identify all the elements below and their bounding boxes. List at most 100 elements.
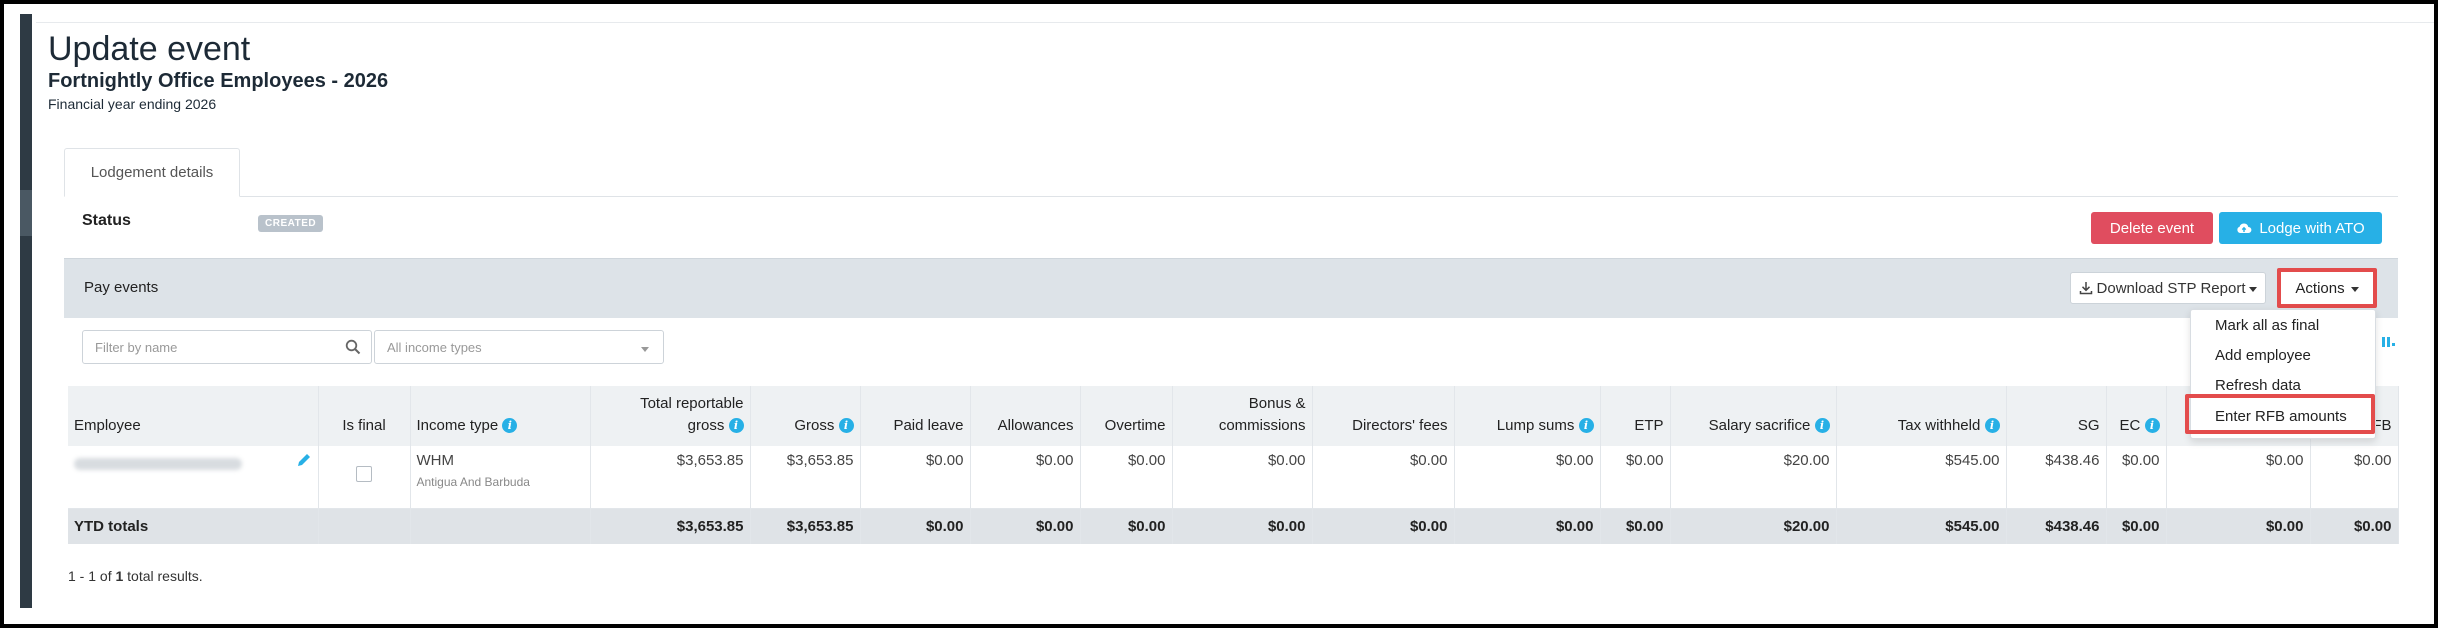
menu-item-add-employee[interactable]: Add employee (2215, 347, 2311, 364)
ytd-paid-leave: $0.00 (860, 508, 971, 544)
ytd-lump-sums: $0.00 (1454, 508, 1601, 544)
pay-events-title: Pay events (84, 279, 159, 296)
sg-cell: $438.46 (2006, 446, 2107, 508)
etp-cell: $0.00 (1600, 446, 1671, 508)
allowances-cell: $0.00 (970, 446, 1081, 508)
status-badge: CREATED (258, 215, 324, 232)
col-etp[interactable]: ETP (1600, 386, 1671, 446)
pagination-suffix: total results. (123, 568, 203, 584)
ytd-gross: $3,653.85 (750, 508, 861, 544)
col-directors-fees[interactable]: Directors' fees (1312, 386, 1455, 446)
info-icon[interactable]: i (1984, 418, 2000, 433)
top-divider (36, 22, 2434, 23)
tax-withheld-cell: $545.00 (1836, 446, 2007, 508)
menu-item-highlight (2185, 394, 2375, 434)
col-tax-withheld[interactable]: Tax withheld i (1836, 386, 2007, 446)
lodge-with-ato-button[interactable]: Lodge with ATO (2219, 212, 2382, 244)
lodge-label: Lodge with ATO (2259, 219, 2365, 237)
col-bonus-line2: commissions (1218, 417, 1306, 434)
is-final-checkbox[interactable] (356, 466, 372, 482)
cloud-upload-icon (2237, 223, 2252, 233)
col-bonus[interactable]: Bonus & commissions (1172, 386, 1313, 446)
col-gross[interactable]: Gross i (750, 386, 861, 446)
income-type-value: WHM (416, 452, 455, 469)
info-icon[interactable]: i (838, 418, 854, 433)
pay-events-header (64, 258, 2398, 318)
page-title: Update event (48, 30, 251, 68)
col-allowances[interactable]: Allowances (970, 386, 1081, 446)
financial-year: Financial year ending 2026 (48, 96, 217, 112)
ytd-rfb: $0.00 (2310, 508, 2399, 544)
employee-cell[interactable] (68, 446, 319, 508)
col-sg[interactable]: SG (2006, 386, 2107, 446)
income-type-select[interactable]: All income types (374, 330, 664, 364)
info-icon[interactable]: i (1578, 418, 1594, 433)
col-income-type-label: Income type (416, 417, 499, 434)
info-icon[interactable]: i (502, 418, 518, 433)
delete-event-button[interactable]: Delete event (2091, 212, 2213, 244)
ytd-sg: $438.46 (2006, 508, 2107, 544)
col-bonus-line1: Bonus & (1248, 395, 1306, 412)
col-employee[interactable]: Employee (68, 386, 319, 446)
col-trg-line1: Total reportable (640, 395, 744, 412)
actions-button[interactable]: Actions (2277, 268, 2377, 308)
tab-lodgement-details[interactable]: Lodgement details (64, 148, 240, 197)
info-icon[interactable]: i (728, 418, 744, 433)
col-total-reportable-gross[interactable]: Total reportable gross i (590, 386, 751, 446)
overtime-cell: $0.00 (1080, 446, 1173, 508)
ytd-overtime: $0.00 (1080, 508, 1173, 544)
income-type-cell: WHM Antigua And Barbuda (410, 446, 591, 508)
income-country: Antigua And Barbuda (416, 475, 530, 489)
page-subtitle: Fortnightly Office Employees - 2026 (48, 70, 389, 92)
info-icon[interactable]: i (1814, 418, 1830, 433)
ytd-allowances: $0.00 (970, 508, 1081, 544)
pay-events-table: Employee Is final Income type i Total re… (68, 386, 2399, 544)
actions-label: Actions (2295, 279, 2345, 297)
table-row: WHM Antigua And Barbuda $3,653.85 $3,653.… (68, 446, 2399, 508)
ytd-total-reportable-gross: $3,653.85 (590, 508, 751, 544)
side-nav-indicator (20, 190, 32, 236)
gross-cell: $3,653.85 (750, 446, 861, 508)
col-salary-sacrifice-label: Salary sacrifice (1708, 417, 1811, 434)
ytd-directors-fees: $0.00 (1312, 508, 1455, 544)
col-ec[interactable]: EC i (2106, 386, 2167, 446)
col-lump-sums[interactable]: Lump sums i (1454, 386, 1601, 446)
ytd-bonus: $0.00 (1172, 508, 1313, 544)
paid-leave-cell: $0.00 (860, 446, 971, 508)
download-label: Download STP Report (2096, 279, 2246, 297)
ytd-label: YTD totals (68, 508, 319, 544)
ec-cell: $0.00 (2106, 446, 2167, 508)
download-stp-report-button[interactable]: Download STP Report (2070, 272, 2266, 304)
col-overtime[interactable]: Overtime (1080, 386, 1173, 446)
side-nav-rail (20, 14, 32, 608)
directors-fees-cell: $0.00 (1312, 446, 1455, 508)
column-settings-icon[interactable] (2380, 334, 2396, 350)
edit-pencil-icon[interactable] (296, 452, 312, 468)
ytd-tax-withheld: $545.00 (1836, 508, 2007, 544)
total-reportable-gross-cell: $3,653.85 (590, 446, 751, 508)
col-is-final[interactable]: Is final (318, 386, 411, 446)
col-gross-label: Gross (794, 417, 835, 434)
chevron-down-icon (2249, 286, 2258, 292)
ytd-totals-row: YTD totals $3,653.85 $3,653.85 $0.00 $0.… (68, 508, 2399, 544)
col-ec-label: EC (2119, 417, 2141, 434)
col-paid-leave[interactable]: Paid leave (860, 386, 971, 446)
bonus-cell: $0.00 (1172, 446, 1313, 508)
col-salary-sacrifice[interactable]: Salary sacrifice i (1670, 386, 1837, 446)
rfb-cell: $0.00 (2310, 446, 2399, 508)
lump-sums-cell: $0.00 (1454, 446, 1601, 508)
hidden-col-cell: $0.00 (2166, 446, 2311, 508)
menu-item-mark-all-final[interactable]: Mark all as final (2215, 317, 2319, 334)
tab-divider (64, 196, 2398, 197)
ytd-salary-sacrifice: $20.00 (1670, 508, 1837, 544)
filter-placeholder: Filter by name (95, 339, 178, 355)
menu-item-refresh-data[interactable]: Refresh data (2215, 377, 2301, 394)
salary-sacrifice-cell: $20.00 (1670, 446, 1837, 508)
col-income-type[interactable]: Income type i (410, 386, 591, 446)
ytd-hidden-col: $0.00 (2166, 508, 2311, 544)
filter-by-name-input[interactable]: Filter by name (82, 330, 372, 364)
col-tax-withheld-label: Tax withheld (1897, 417, 1981, 434)
status-label: Status (82, 212, 131, 229)
col-lump-sums-label: Lump sums (1496, 417, 1575, 434)
info-icon[interactable]: i (2144, 418, 2160, 433)
